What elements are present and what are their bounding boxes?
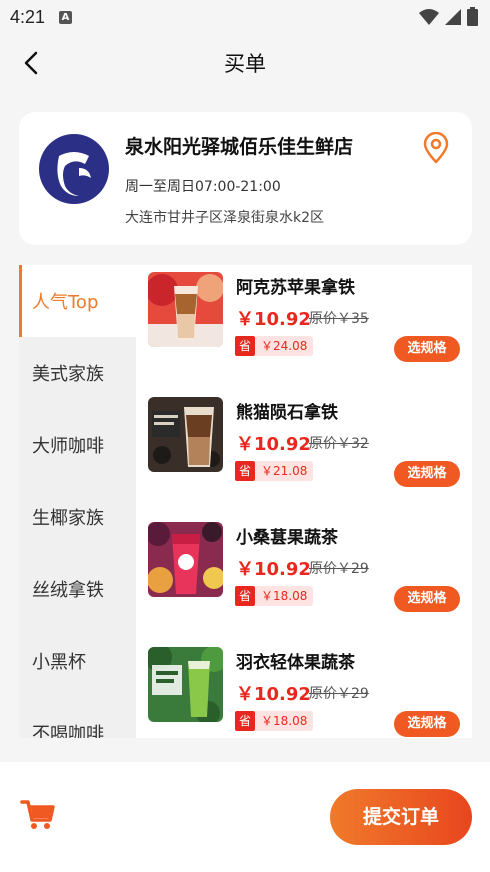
category-item-american[interactable]: 美式家族 xyxy=(19,337,136,409)
category-item-small-black-cup[interactable]: 小黑杯 xyxy=(19,625,136,697)
product-price: ￥10.92 xyxy=(236,684,311,705)
category-item-coconut[interactable]: 生椰家族 xyxy=(19,481,136,553)
select-spec-button[interactable]: 选规格 xyxy=(394,336,460,362)
product-original-price: 原价￥29 xyxy=(309,686,369,702)
product-original-price: 原价￥35 xyxy=(309,311,369,327)
save-badge: 省 xyxy=(235,711,255,731)
save-amount: ￥21.08 xyxy=(255,461,314,481)
select-spec-button[interactable]: 选规格 xyxy=(394,461,460,487)
product-name: 羽衣轻体果蔬茶 xyxy=(236,653,355,673)
product-item[interactable]: 熊猫陨石拿铁 ￥10.92 原价￥32 省 ￥21.08 选规格 xyxy=(136,390,472,515)
wifi-icon xyxy=(419,8,439,25)
product-item[interactable]: 羽衣轻体果蔬茶 ￥10.92 原价￥29 省 ￥18.08 选规格 xyxy=(136,640,472,738)
category-item-popular-top[interactable]: 人气Top xyxy=(19,265,136,337)
category-sidebar: 人气Top 美式家族 大师咖啡 生椰家族 丝绒拿铁 小黑杯 不喝咖啡 xyxy=(19,265,136,738)
signal-icon xyxy=(445,8,461,25)
category-item-master-coffee[interactable]: 大师咖啡 xyxy=(19,409,136,481)
product-price: ￥10.92 xyxy=(236,434,311,455)
page-title: 买单 xyxy=(224,52,266,76)
notification-icon: A xyxy=(59,10,73,24)
save-amount: ￥24.08 xyxy=(255,336,314,356)
product-list: 阿克苏苹果拿铁 ￥10.92 原价￥35 省 ￥24.08 选规格 熊猫陨石拿铁… xyxy=(136,265,472,738)
shopping-cart-icon[interactable] xyxy=(20,796,56,832)
status-bar: 4:21 A xyxy=(0,0,490,34)
save-badge: 省 xyxy=(235,336,255,356)
product-name: 小桑葚果蔬茶 xyxy=(236,528,338,548)
product-name: 阿克苏苹果拿铁 xyxy=(236,278,355,298)
store-hours: 周一至周日07:00-21:00 xyxy=(125,179,281,195)
store-address: 大连市甘井子区泽泉街泉水k2区 xyxy=(125,210,325,226)
category-item-non-coffee[interactable]: 不喝咖啡 xyxy=(19,697,136,738)
back-arrow-icon[interactable] xyxy=(18,49,46,77)
store-card: 泉水阳光驿城佰乐佳生鲜店 周一至周日07:00-21:00 大连市甘井子区泽泉街… xyxy=(19,112,472,245)
save-amount: ￥18.08 xyxy=(255,586,314,606)
select-spec-button[interactable]: 选规格 xyxy=(394,711,460,737)
mulberry-fruit-tea-image xyxy=(148,522,223,597)
bottom-bar: 提交订单 xyxy=(0,762,490,872)
nav-bar: 买单 xyxy=(0,34,490,92)
product-name: 熊猫陨石拿铁 xyxy=(236,403,338,423)
store-name: 泉水阳光驿城佰乐佳生鲜店 xyxy=(125,136,354,158)
store-logo-deer-icon xyxy=(39,134,109,204)
submit-order-button[interactable]: 提交订单 xyxy=(330,789,472,845)
save-badge: 省 xyxy=(235,586,255,606)
apple-latte-image xyxy=(148,272,223,347)
panda-meteorite-latte-image xyxy=(148,397,223,472)
save-badge: 省 xyxy=(235,461,255,481)
product-original-price: 原价￥29 xyxy=(309,561,369,577)
select-spec-button[interactable]: 选规格 xyxy=(394,586,460,612)
kale-fruit-tea-image xyxy=(148,647,223,722)
category-item-velvet-latte[interactable]: 丝绒拿铁 xyxy=(19,553,136,625)
location-pin-icon[interactable] xyxy=(422,132,450,164)
status-time: 4:21 xyxy=(10,6,46,27)
product-price: ￥10.92 xyxy=(236,559,311,580)
product-item[interactable]: 阿克苏苹果拿铁 ￥10.92 原价￥35 省 ￥24.08 选规格 xyxy=(136,265,472,390)
battery-icon xyxy=(467,7,478,26)
product-item[interactable]: 小桑葚果蔬茶 ￥10.92 原价￥29 省 ￥18.08 选规格 xyxy=(136,515,472,640)
product-price: ￥10.92 xyxy=(236,309,311,330)
save-amount: ￥18.08 xyxy=(255,711,314,731)
product-original-price: 原价￥32 xyxy=(309,436,369,452)
